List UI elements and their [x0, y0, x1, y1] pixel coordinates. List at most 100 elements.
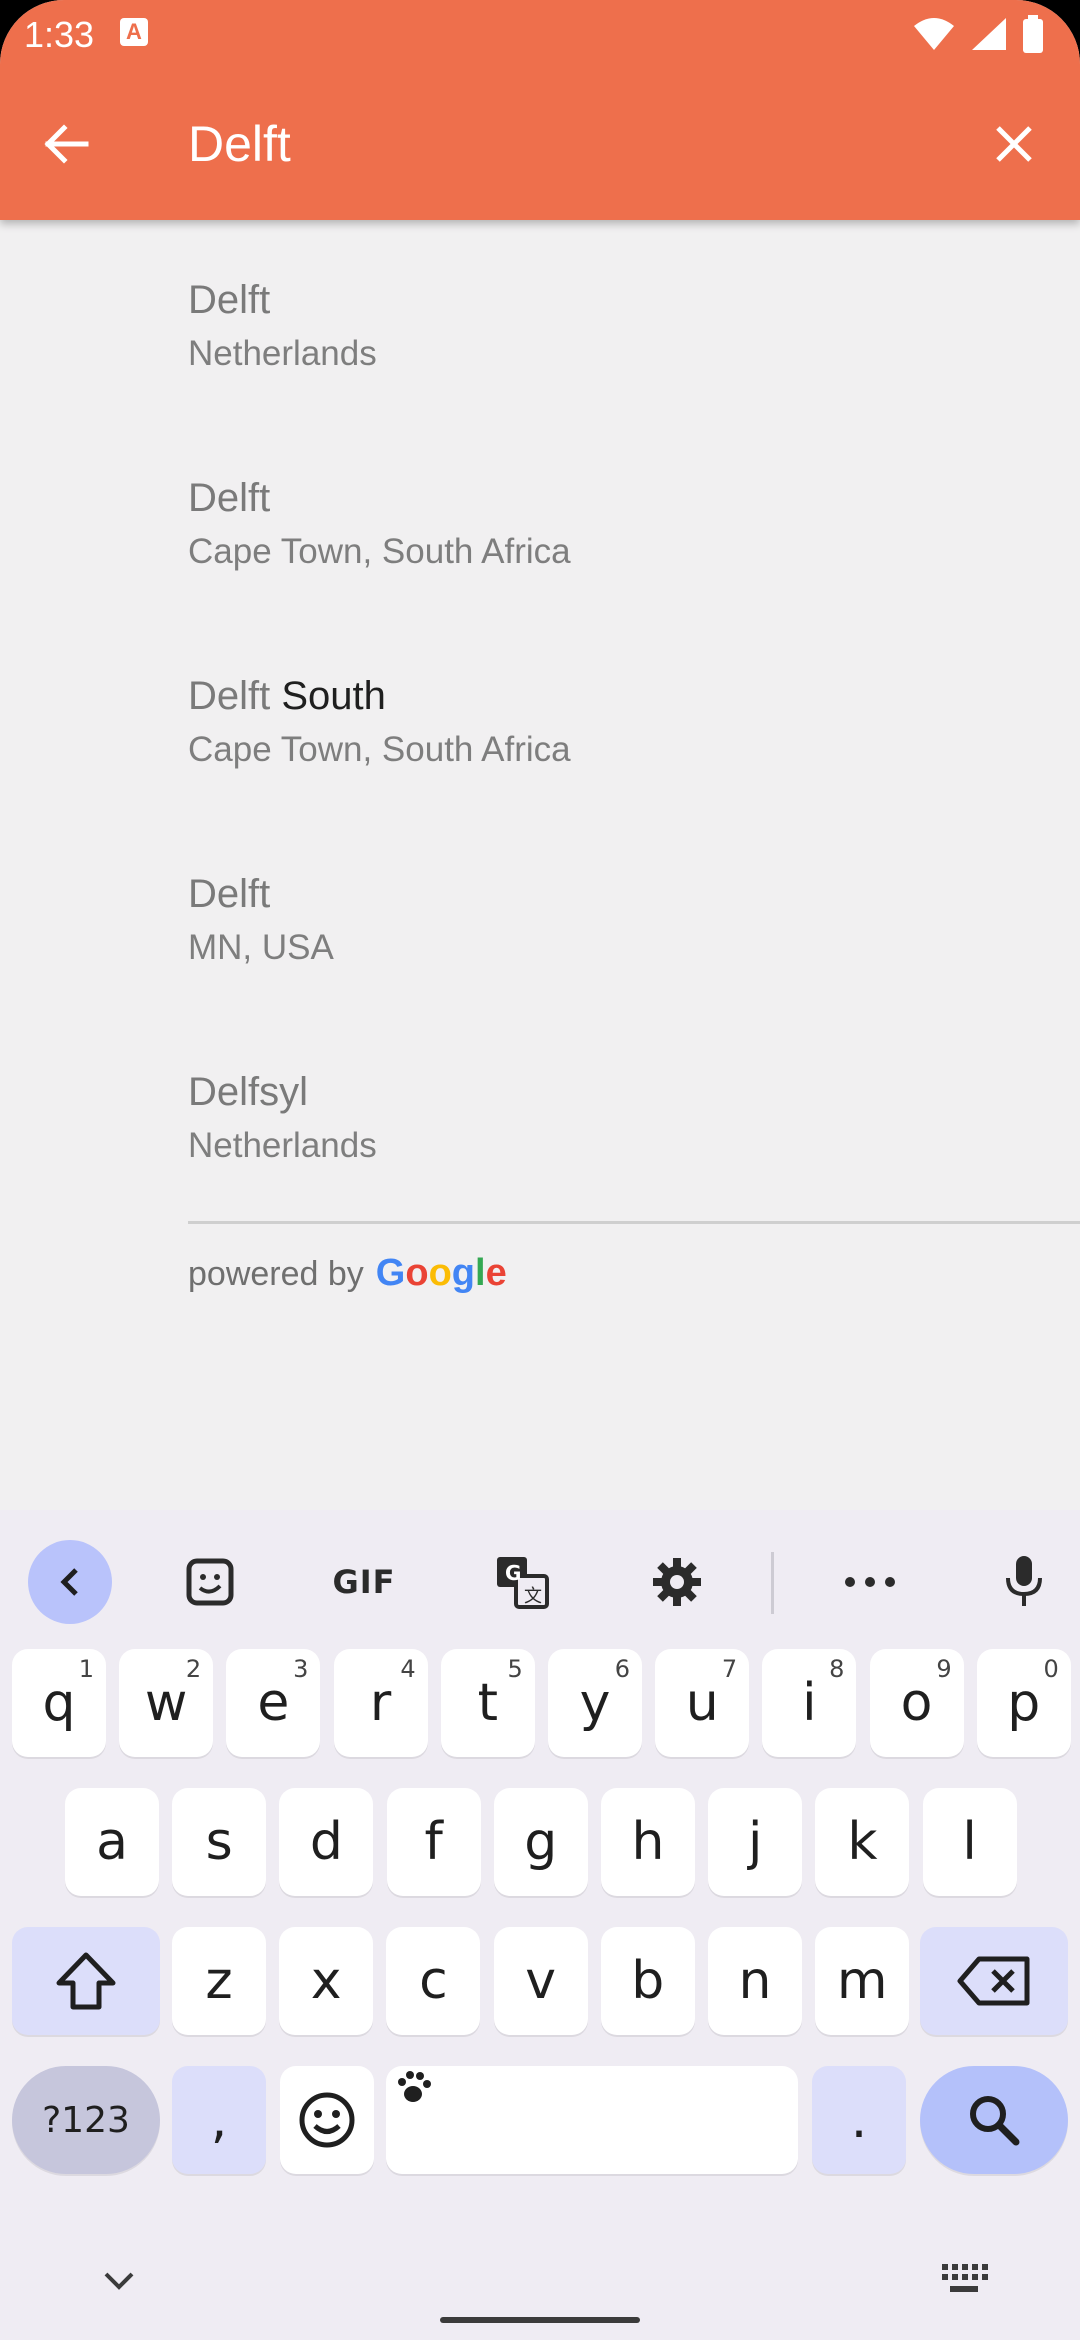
key-r[interactable]: r4	[333, 1649, 428, 1757]
key-c[interactable]: c	[386, 1927, 481, 2035]
key-w[interactable]: w2	[119, 1649, 214, 1757]
key-l[interactable]: l	[922, 1788, 1017, 1896]
space-key[interactable]	[386, 2066, 798, 2174]
search-input[interactable]: Delft	[188, 114, 291, 174]
backspace-key[interactable]	[920, 1927, 1068, 2035]
svg-text:G: G	[505, 1561, 521, 1585]
switch-keyboard-button[interactable]	[940, 2262, 988, 2296]
key-m[interactable]: m	[815, 1927, 910, 2035]
result-title: Delft South	[188, 674, 386, 718]
key-hint-number: 1	[78, 1655, 94, 1683]
key-x[interactable]: x	[279, 1927, 374, 2035]
google-logo: Google	[376, 1252, 507, 1295]
result-title: Delft	[188, 872, 271, 916]
key-label: j	[747, 1812, 763, 1872]
result-item[interactable]: Delft MN, USA	[188, 870, 334, 970]
key-k[interactable]: k	[815, 1788, 910, 1896]
attribution-text: powered by	[188, 1255, 364, 1293]
microphone-icon	[1006, 1556, 1042, 1606]
key-label: l	[962, 1812, 977, 1872]
key-hint-number: 3	[293, 1655, 309, 1683]
google-logo-letter: e	[485, 1252, 507, 1294]
key-t[interactable]: t5	[440, 1649, 535, 1757]
key-y[interactable]: y6	[548, 1649, 642, 1757]
more-button[interactable]	[828, 1540, 912, 1624]
google-logo-letter: o	[405, 1252, 429, 1294]
key-label: i	[802, 1673, 817, 1733]
shift-key[interactable]	[12, 1927, 160, 2035]
comma-key[interactable]: ,	[172, 2066, 266, 2174]
key-d[interactable]: d	[279, 1788, 374, 1896]
gif-button[interactable]: GIF	[322, 1540, 406, 1624]
key-f[interactable]: f	[386, 1788, 481, 1896]
key-u[interactable]: u7	[655, 1649, 750, 1757]
result-subtitle: MN, USA	[188, 928, 334, 967]
voice-input-button[interactable]	[982, 1540, 1066, 1624]
chevron-left-icon	[60, 1568, 78, 1596]
key-h[interactable]: h	[601, 1788, 695, 1896]
key-label: u	[685, 1673, 719, 1733]
result-item[interactable]: Delft Cape Town, South Africa	[188, 474, 571, 574]
svg-text:文: 文	[524, 1586, 542, 1607]
key-n[interactable]: n	[708, 1927, 802, 2035]
keyboard-icon	[942, 2264, 988, 2292]
key-i[interactable]: i8	[762, 1649, 857, 1757]
period-key[interactable]: .	[812, 2066, 906, 2174]
google-logo-letter: g	[451, 1252, 475, 1294]
navigation-handle[interactable]	[440, 2317, 640, 2323]
google-logo-letter: G	[375, 1252, 406, 1294]
symbols-key[interactable]: ?123	[12, 2066, 160, 2174]
chevron-down-icon	[104, 2272, 134, 2290]
key-v[interactable]: v	[493, 1927, 588, 2035]
key-hint-number: 4	[400, 1655, 416, 1683]
result-title: Delft	[188, 476, 271, 520]
key-o[interactable]: o9	[869, 1649, 964, 1757]
key-p[interactable]: p0	[976, 1649, 1071, 1757]
keyboard-toolbar: GIF G文	[0, 1530, 1080, 1634]
translate-button[interactable]: G文	[480, 1540, 564, 1624]
shift-icon	[56, 1952, 116, 2010]
key-label: s	[205, 1812, 233, 1872]
key-j[interactable]: j	[708, 1788, 803, 1896]
sticker-icon	[186, 1558, 234, 1606]
sticker-button[interactable]	[168, 1540, 252, 1624]
key-q[interactable]: q1	[12, 1649, 106, 1757]
key-label: v	[525, 1951, 556, 2011]
key-label: e	[257, 1673, 290, 1733]
app-bar: 1:33 A Delft	[0, 0, 1080, 220]
result-item[interactable]: Delft Netherlands	[188, 276, 377, 376]
key-g[interactable]: g	[493, 1788, 588, 1896]
key-label: o	[900, 1673, 933, 1733]
gear-icon	[653, 1558, 701, 1606]
key-s[interactable]: s	[172, 1788, 267, 1896]
key-hint-number: 6	[614, 1655, 630, 1683]
key-e[interactable]: e3	[226, 1649, 321, 1757]
search-icon	[970, 2096, 1020, 2146]
clear-button[interactable]	[984, 114, 1044, 174]
search-key[interactable]	[920, 2066, 1068, 2174]
google-logo-letter: o	[428, 1252, 452, 1294]
screen: 1:33 A Delft Delft Netherlands Delft Cap…	[0, 0, 1080, 2340]
backspace-icon	[957, 1956, 1030, 2006]
result-title: Delfsyl	[188, 1070, 309, 1114]
key-label: x	[310, 1951, 342, 2011]
collapse-toolbar-button[interactable]	[28, 1540, 112, 1624]
wifi-icon	[914, 18, 954, 50]
result-subtitle: Netherlands	[188, 334, 377, 373]
result-item[interactable]: Delfsyl Netherlands	[188, 1068, 377, 1168]
emoji-key[interactable]	[280, 2066, 374, 2174]
hide-keyboard-button[interactable]	[94, 2260, 144, 2300]
toolbar-separator	[771, 1552, 774, 1614]
result-item[interactable]: Delft South Cape Town, South Africa	[188, 672, 571, 772]
arrow-back-icon	[44, 124, 89, 164]
keyboard: GIF G文 q1w2e3r4t5y6u7i8o9p0asdfghjklzxcv…	[0, 1510, 1080, 2340]
more-horizontal-icon	[845, 1577, 895, 1587]
back-button[interactable]	[36, 114, 96, 174]
key-label: b	[631, 1951, 665, 2011]
battery-icon	[1023, 15, 1043, 53]
key-z[interactable]: z	[172, 1927, 266, 2035]
key-b[interactable]: b	[600, 1927, 695, 2035]
results-divider	[188, 1221, 1080, 1224]
key-a[interactable]: a	[65, 1788, 159, 1896]
settings-button[interactable]	[635, 1540, 719, 1624]
